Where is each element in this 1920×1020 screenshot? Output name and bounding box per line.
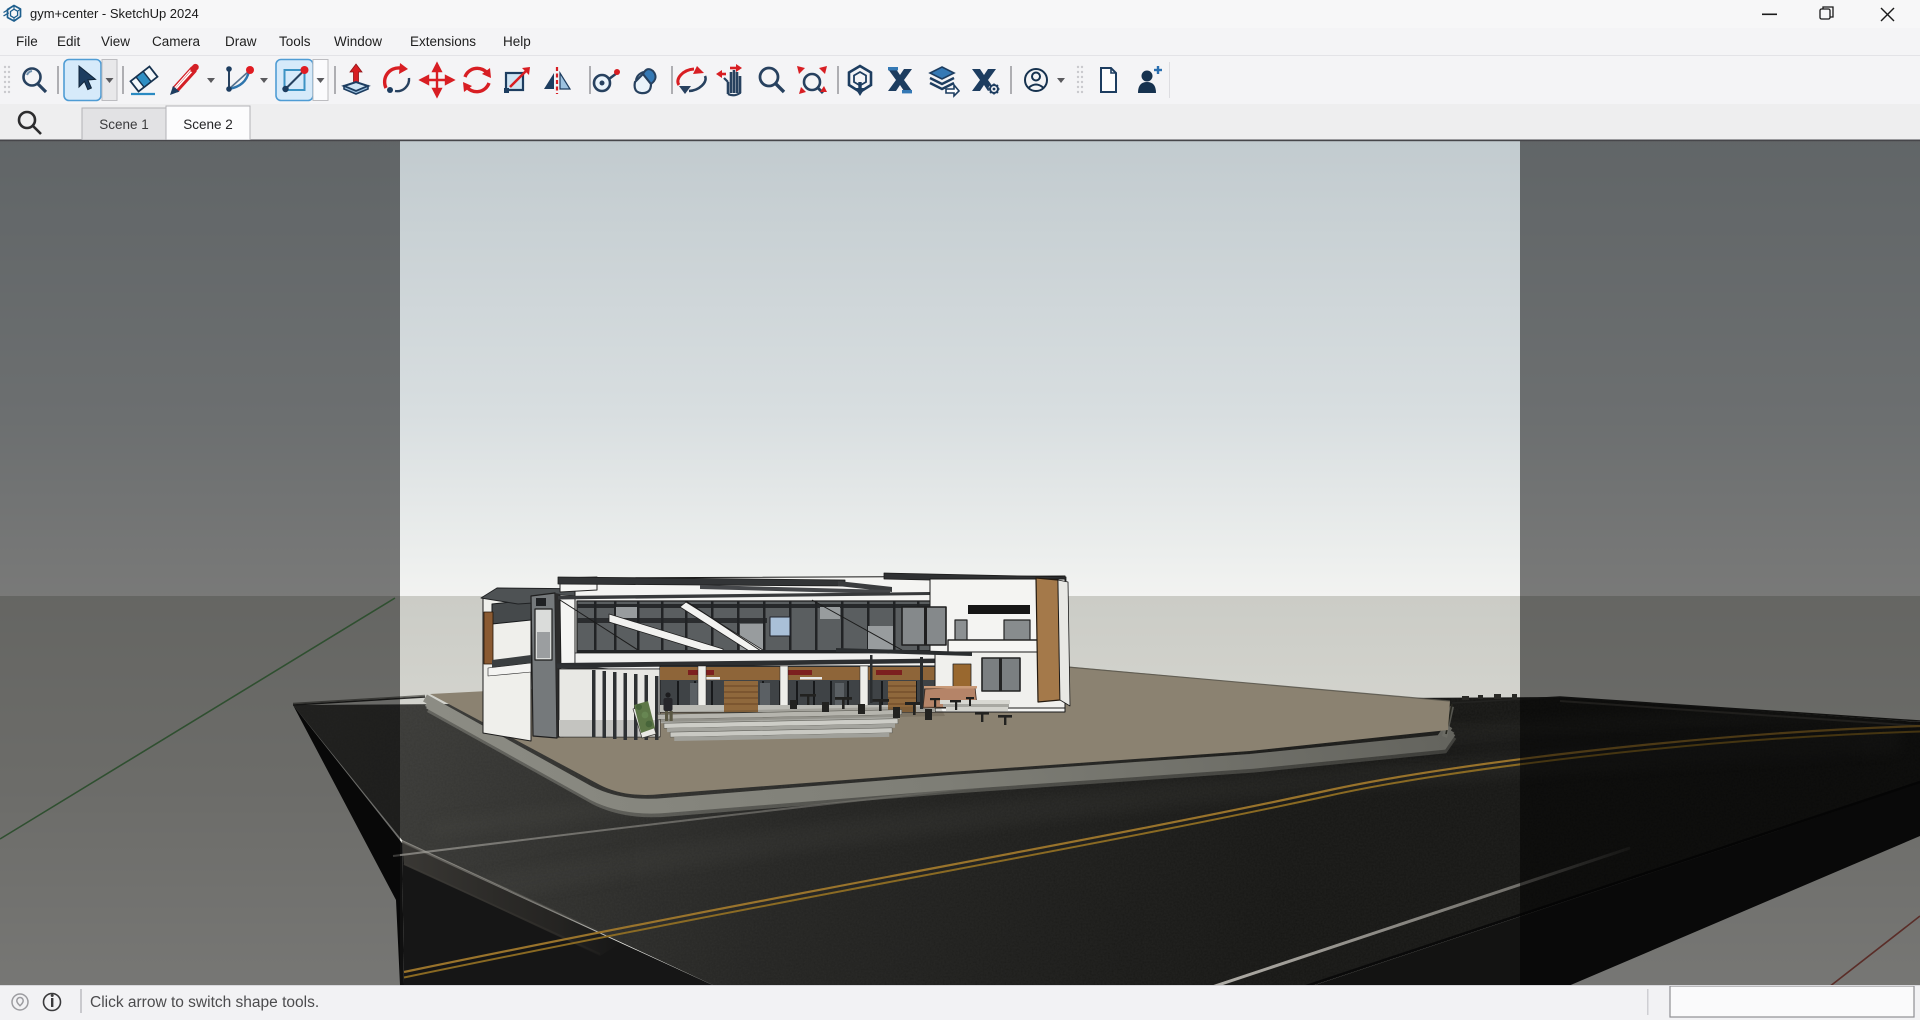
svg-text:Scene 2: Scene 2 <box>183 117 233 132</box>
svg-text:Click arrow to switch shape to: Click arrow to switch shape tools. <box>90 994 319 1011</box>
svg-text:Scene 1: Scene 1 <box>99 117 149 132</box>
